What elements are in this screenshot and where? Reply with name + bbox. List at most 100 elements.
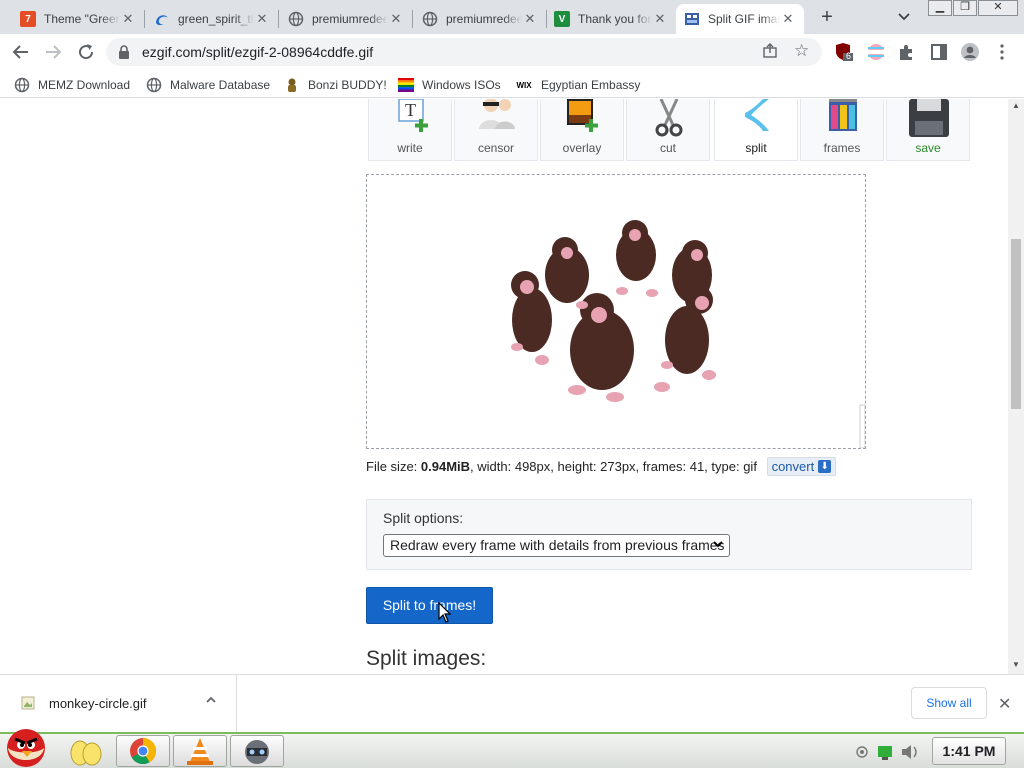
write-icon: T (398, 99, 428, 132)
tab-premiumredeem-2[interactable]: premiumredeem ✕ (414, 4, 546, 34)
globe-icon (288, 11, 304, 27)
tray-record-icon (856, 746, 868, 758)
tool-label: overlay (562, 141, 602, 155)
minimize-button[interactable]: ▁ (928, 0, 952, 16)
tab-green-spirit[interactable]: green_spirit_theme ✕ (146, 4, 278, 34)
tab-split-gif[interactable]: Split GIF image ✕ (676, 4, 804, 34)
scissors-icon (655, 99, 683, 137)
scroll-down-icon[interactable]: ▼ (1011, 660, 1021, 669)
tool-overlay[interactable]: overlay (540, 99, 624, 161)
tab-search-icon[interactable] (896, 8, 914, 26)
convert-button[interactable]: convert ⬇ (766, 457, 837, 476)
volume-icon (902, 745, 917, 759)
bookmark-memz[interactable]: MEMZ Download (14, 76, 130, 94)
puzzle-icon[interactable] (897, 42, 917, 62)
ublock-icon[interactable]: 6 (834, 42, 854, 62)
tool-row: T write censor overlay cut split frames … (368, 99, 972, 161)
tab-theme[interactable]: 7 Theme "Green Spirit" ✕ (12, 4, 144, 34)
restore-button[interactable]: ❐ (953, 0, 977, 16)
chrome-icon (130, 738, 157, 765)
split-to-frames-button[interactable]: Split to frames! (366, 587, 493, 624)
tool-write[interactable]: T write (368, 99, 452, 161)
close-icon[interactable]: ✕ (780, 11, 796, 27)
file-size-label: File size: (366, 459, 421, 474)
tab-separator (144, 10, 145, 28)
download-shelf: monkey-circle.gif Show all ✕ (0, 674, 1024, 733)
close-icon[interactable]: ✕ (388, 11, 404, 27)
scroll-up-icon[interactable]: ▲ (1011, 101, 1021, 110)
side-panel-icon[interactable] (929, 42, 949, 62)
bookmark-star-icon[interactable]: ☆ (794, 41, 809, 61)
clock[interactable]: 1:41 PM (932, 737, 1006, 765)
share-icon[interactable] (762, 43, 778, 62)
tool-label: frames (823, 141, 861, 155)
bookmark-label: Bonzi BUDDY! (308, 78, 387, 92)
bookmark-label: Windows ISOs (422, 78, 501, 92)
tab-separator (412, 10, 413, 28)
chicks-app-icon[interactable] (68, 734, 104, 768)
taskbar-app[interactable] (230, 735, 284, 767)
taskbar: 1:41 PM (0, 729, 1024, 768)
close-icon[interactable]: ✕ (652, 11, 668, 27)
frames-icon (829, 99, 857, 131)
bookmark-egyptian-embassy[interactable]: WIX Egyptian Embassy (515, 76, 640, 94)
app-icon (245, 740, 269, 764)
mouse-pointer-icon (438, 601, 452, 627)
new-tab-button[interactable]: + (816, 7, 838, 29)
start-button[interactable] (2, 724, 48, 768)
bookmark-windows-isos[interactable]: Windows ISOs (398, 76, 501, 94)
globe-icon (422, 11, 438, 27)
taskbar-vlc[interactable] (173, 735, 227, 767)
close-icon[interactable]: ✕ (998, 694, 1011, 714)
split-options-select[interactable]: Redraw every frame with details from pre… (383, 534, 730, 557)
tool-label: save (915, 141, 941, 155)
wix-icon: WIX (516, 80, 532, 90)
close-icon[interactable]: ✕ (254, 11, 270, 27)
save-icon (909, 99, 949, 137)
reload-button[interactable] (74, 40, 98, 64)
tool-label: split (745, 141, 767, 155)
split-options-value: Redraw every frame with details from pre… (390, 537, 725, 553)
file-info: File size: 0.94MiB, width: 498px, height… (366, 457, 837, 476)
tab-title: Thank you for (578, 12, 652, 26)
forward-button[interactable] (41, 40, 65, 64)
tab-strip: 7 Theme "Green Spirit" ✕ green_spirit_th… (0, 0, 1024, 34)
pride-extension-icon[interactable] (866, 42, 886, 62)
tool-censor[interactable]: censor (454, 99, 538, 161)
show-all-button[interactable]: Show all (911, 687, 987, 719)
svg-text:T: T (405, 100, 416, 120)
page-scrollbar[interactable]: ▲ ▼ (1008, 99, 1024, 674)
tool-split[interactable]: split (714, 99, 798, 161)
lock-icon[interactable] (118, 45, 130, 62)
file-size-value: 0.94MiB (420, 459, 471, 474)
address-bar[interactable]: ezgif.com/split/ezgif-2-08964cddfe.gif ☆ (106, 38, 822, 66)
taskbar-chrome[interactable] (116, 735, 170, 767)
edge-icon (154, 11, 170, 27)
back-button[interactable] (9, 40, 33, 64)
tool-save[interactable]: save (886, 99, 970, 161)
ezgif-icon (684, 11, 700, 27)
download-arrow-icon: ⬇ (818, 460, 832, 473)
tool-label: write (397, 141, 423, 155)
tab-premiumredeem-1[interactable]: premiumredeem ✕ (280, 4, 412, 34)
bookmark-bonzi-buddy[interactable]: Bonzi BUDDY! (284, 76, 387, 94)
tab-title: premiumredeem (446, 12, 522, 26)
bookmark-malware-database[interactable]: Malware Database (146, 76, 270, 94)
system-tray (848, 738, 928, 767)
profile-avatar[interactable] (960, 42, 980, 62)
chevron-up-icon[interactable] (204, 693, 218, 710)
globe-icon (14, 77, 30, 93)
close-icon[interactable]: ✕ (522, 11, 538, 27)
bookmark-label: Egyptian Embassy (541, 78, 641, 92)
menu-icon[interactable] (994, 42, 1014, 62)
tool-cut[interactable]: cut (626, 99, 710, 161)
image-file-icon (20, 695, 36, 714)
tool-frames[interactable]: frames (800, 99, 884, 161)
angry-bird-icon (7, 729, 45, 767)
bonzi-icon (284, 77, 300, 93)
tab-thank-you[interactable]: V Thank you for ✕ (546, 4, 676, 34)
url-text[interactable]: ezgif.com/split/ezgif-2-08964cddfe.gif (142, 44, 373, 60)
scrollbar-thumb[interactable] (1011, 239, 1021, 409)
close-window-button[interactable]: ✕ (978, 0, 1018, 16)
close-icon[interactable]: ✕ (120, 11, 136, 27)
